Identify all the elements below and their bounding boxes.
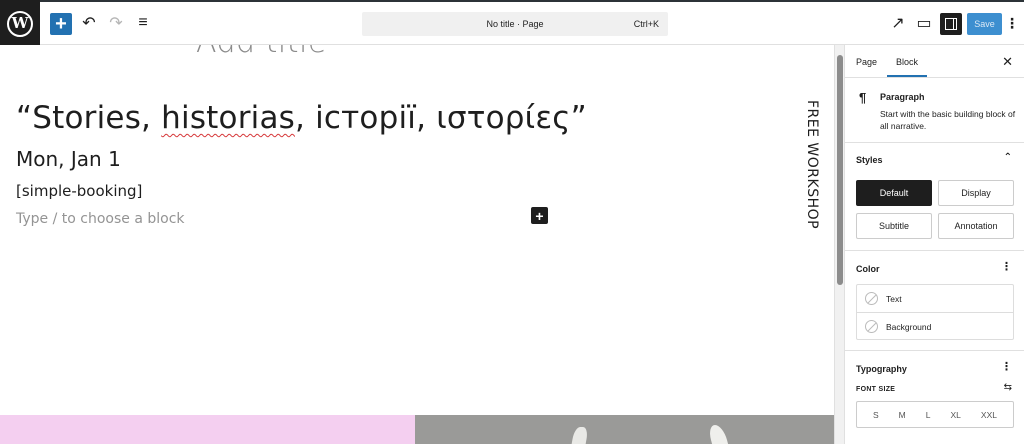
- section-divider: [845, 350, 1024, 351]
- photo-object-left: [569, 427, 589, 444]
- font-size-m[interactable]: M: [899, 410, 906, 420]
- wordpress-logo-icon: W: [7, 10, 33, 37]
- close-icon[interactable]: ✕: [1002, 54, 1013, 70]
- typography-heading: Typography: [856, 364, 907, 374]
- custom-size-icon[interactable]: ⇆: [1004, 382, 1012, 393]
- tab-block[interactable]: Block: [896, 57, 918, 67]
- text-color-swatch-icon: [865, 292, 878, 305]
- editor-topbar: W + ↶ ↷ ≡ No title · Page Ctrl+K ↗ ▭ Sav…: [0, 0, 1024, 47]
- color-options-icon[interactable]: ⋮: [1001, 260, 1012, 273]
- save-button[interactable]: Save: [967, 13, 1002, 35]
- styles-heading[interactable]: Styles: [856, 155, 883, 165]
- font-size-xxl[interactable]: XXL: [981, 410, 997, 420]
- block-description: Start with the basic building block of a…: [880, 109, 1016, 131]
- heading-text-end: , історії, ιστορίες”: [295, 100, 587, 136]
- active-tab-indicator: [887, 75, 927, 77]
- undo-icon[interactable]: ↶: [77, 11, 101, 35]
- chevron-up-icon[interactable]: ⌃: [1004, 152, 1012, 163]
- add-block-icon[interactable]: +: [531, 207, 548, 224]
- font-size-s[interactable]: S: [873, 410, 879, 420]
- vertical-workshop-text[interactable]: FREE WORKSHOP: [800, 100, 820, 230]
- pink-cover-block[interactable]: [0, 415, 415, 444]
- section-divider: [845, 250, 1024, 251]
- font-size-label: FONT SIZE: [856, 386, 896, 393]
- color-settings-box: Text Background: [856, 284, 1014, 340]
- paragraph-icon: ¶: [859, 90, 867, 105]
- style-annotation-button[interactable]: Annotation: [938, 213, 1014, 239]
- color-item-label: Background: [886, 322, 932, 332]
- style-default-button[interactable]: Default: [856, 180, 932, 206]
- background-color-swatch-icon: [865, 320, 878, 333]
- quote-heading-block[interactable]: “Stories, historias, історії, ιστορίες”: [16, 100, 587, 136]
- options-menu-icon[interactable]: ⋮: [1005, 11, 1019, 35]
- block-name: Paragraph: [880, 92, 925, 102]
- color-text-item[interactable]: Text: [857, 285, 1013, 313]
- sidebar-tabs: Page Block ✕: [845, 45, 1024, 78]
- document-title: No title · Page: [486, 19, 544, 29]
- photo-object-right: [706, 425, 732, 444]
- view-page-icon[interactable]: ↗: [886, 11, 910, 35]
- misspelled-word: historias: [161, 100, 295, 136]
- color-item-label: Text: [886, 294, 902, 304]
- block-inserter-button[interactable]: +: [50, 13, 72, 35]
- sidebar-panel-icon: [945, 18, 957, 30]
- redo-icon[interactable]: ↷: [104, 11, 128, 35]
- shortcode-paragraph[interactable]: [simple-booking]: [16, 182, 142, 200]
- list-view-icon[interactable]: ≡: [131, 11, 155, 35]
- tab-page[interactable]: Page: [856, 57, 877, 67]
- wordpress-logo-button[interactable]: W: [0, 0, 40, 47]
- settings-sidebar: Page Block ✕ ¶ Paragraph Start with the …: [844, 45, 1024, 444]
- font-size-l[interactable]: L: [926, 410, 931, 420]
- style-subtitle-button[interactable]: Subtitle: [856, 213, 932, 239]
- device-preview-icon[interactable]: ▭: [912, 11, 936, 35]
- editor-canvas: Add title “Stories, historias, історії, …: [0, 45, 834, 444]
- canvas-scrollbar[interactable]: [834, 45, 844, 444]
- post-title-placeholder[interactable]: Add title: [196, 45, 327, 60]
- empty-block-placeholder[interactable]: Type / to choose a block: [16, 211, 185, 227]
- color-heading: Color: [856, 264, 880, 274]
- scrollbar-thumb[interactable]: [837, 55, 843, 285]
- settings-sidebar-toggle[interactable]: [940, 13, 962, 35]
- style-display-button[interactable]: Display: [938, 180, 1014, 206]
- command-shortcut: Ctrl+K: [633, 19, 659, 29]
- photo-image-block[interactable]: [415, 415, 834, 444]
- date-paragraph[interactable]: Mon, Jan 1: [16, 147, 121, 171]
- color-background-item[interactable]: Background: [857, 313, 1013, 341]
- typography-options-icon[interactable]: ⋮: [1001, 360, 1012, 373]
- heading-text-start: “Stories,: [16, 100, 162, 136]
- document-command-bar[interactable]: No title · Page Ctrl+K: [362, 12, 668, 36]
- font-size-picker: S M L XL XXL: [856, 401, 1014, 428]
- block-card: ¶ Paragraph Start with the basic buildin…: [845, 78, 1024, 143]
- font-size-xl[interactable]: XL: [951, 410, 961, 420]
